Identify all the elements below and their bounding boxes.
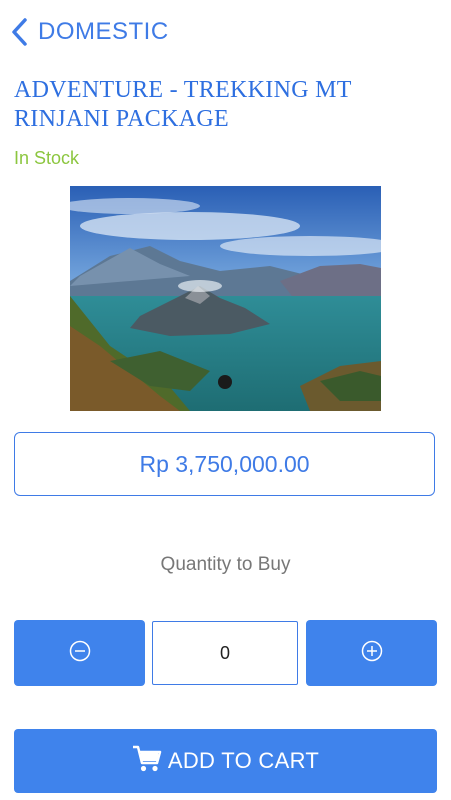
nav-title[interactable]: DOMESTIC	[38, 18, 169, 46]
plus-circle-icon	[361, 640, 383, 667]
chevron-left-icon[interactable]	[8, 16, 32, 48]
quantity-input[interactable]	[152, 621, 298, 685]
quantity-label: Quantity to Buy	[160, 554, 291, 575]
increase-quantity-button[interactable]	[306, 620, 437, 686]
add-to-cart-button[interactable]: ADD TO CART	[14, 729, 437, 793]
price-value: Rp 3,750,000.00	[139, 450, 310, 477]
add-to-cart-label: ADD TO CART	[167, 748, 320, 773]
decrease-quantity-button[interactable]	[14, 620, 145, 686]
minus-circle-icon	[69, 640, 91, 667]
product-image	[70, 186, 381, 411]
product-title: ADVENTURE - TREKKING MT RINJANI PACKAGE	[14, 77, 352, 132]
shopping-cart-icon	[132, 745, 162, 778]
back-nav[interactable]: DOMESTIC	[8, 12, 169, 52]
price-display: Rp 3,750,000.00	[14, 432, 435, 496]
stock-status: In Stock	[14, 148, 80, 168]
